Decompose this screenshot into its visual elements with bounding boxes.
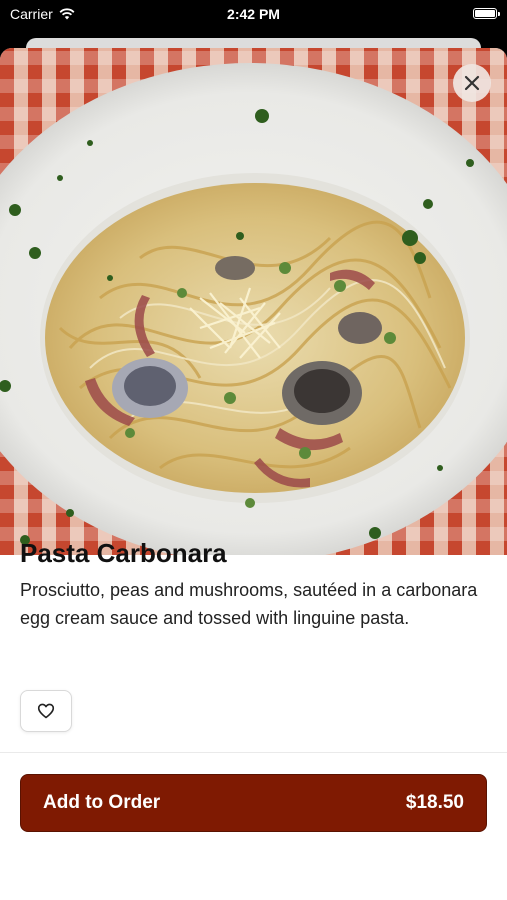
heart-outline-icon [37,703,55,719]
close-icon [464,75,480,91]
status-bar: Carrier 2:42 PM [0,0,507,30]
item-photo [0,48,507,555]
pasta-plate-image [0,63,507,555]
add-to-order-button[interactable]: Add to Order $18.50 [20,774,487,832]
divider [0,752,507,753]
item-detail-sheet [0,48,507,900]
close-button[interactable] [453,64,491,102]
favorite-button[interactable] [20,690,72,732]
status-time: 2:42 PM [227,6,280,22]
item-title: Pasta Carbonara [20,538,227,568]
battery-icon [473,8,500,19]
add-to-order-label: Add to Order [43,792,161,813]
item-description: Prosciutto, peas and mushrooms, sautéed … [20,580,478,628]
item-info: Pasta Carbonara Prosciutto, peas and mus… [20,538,487,632]
order-price: $18.50 [405,792,464,813]
